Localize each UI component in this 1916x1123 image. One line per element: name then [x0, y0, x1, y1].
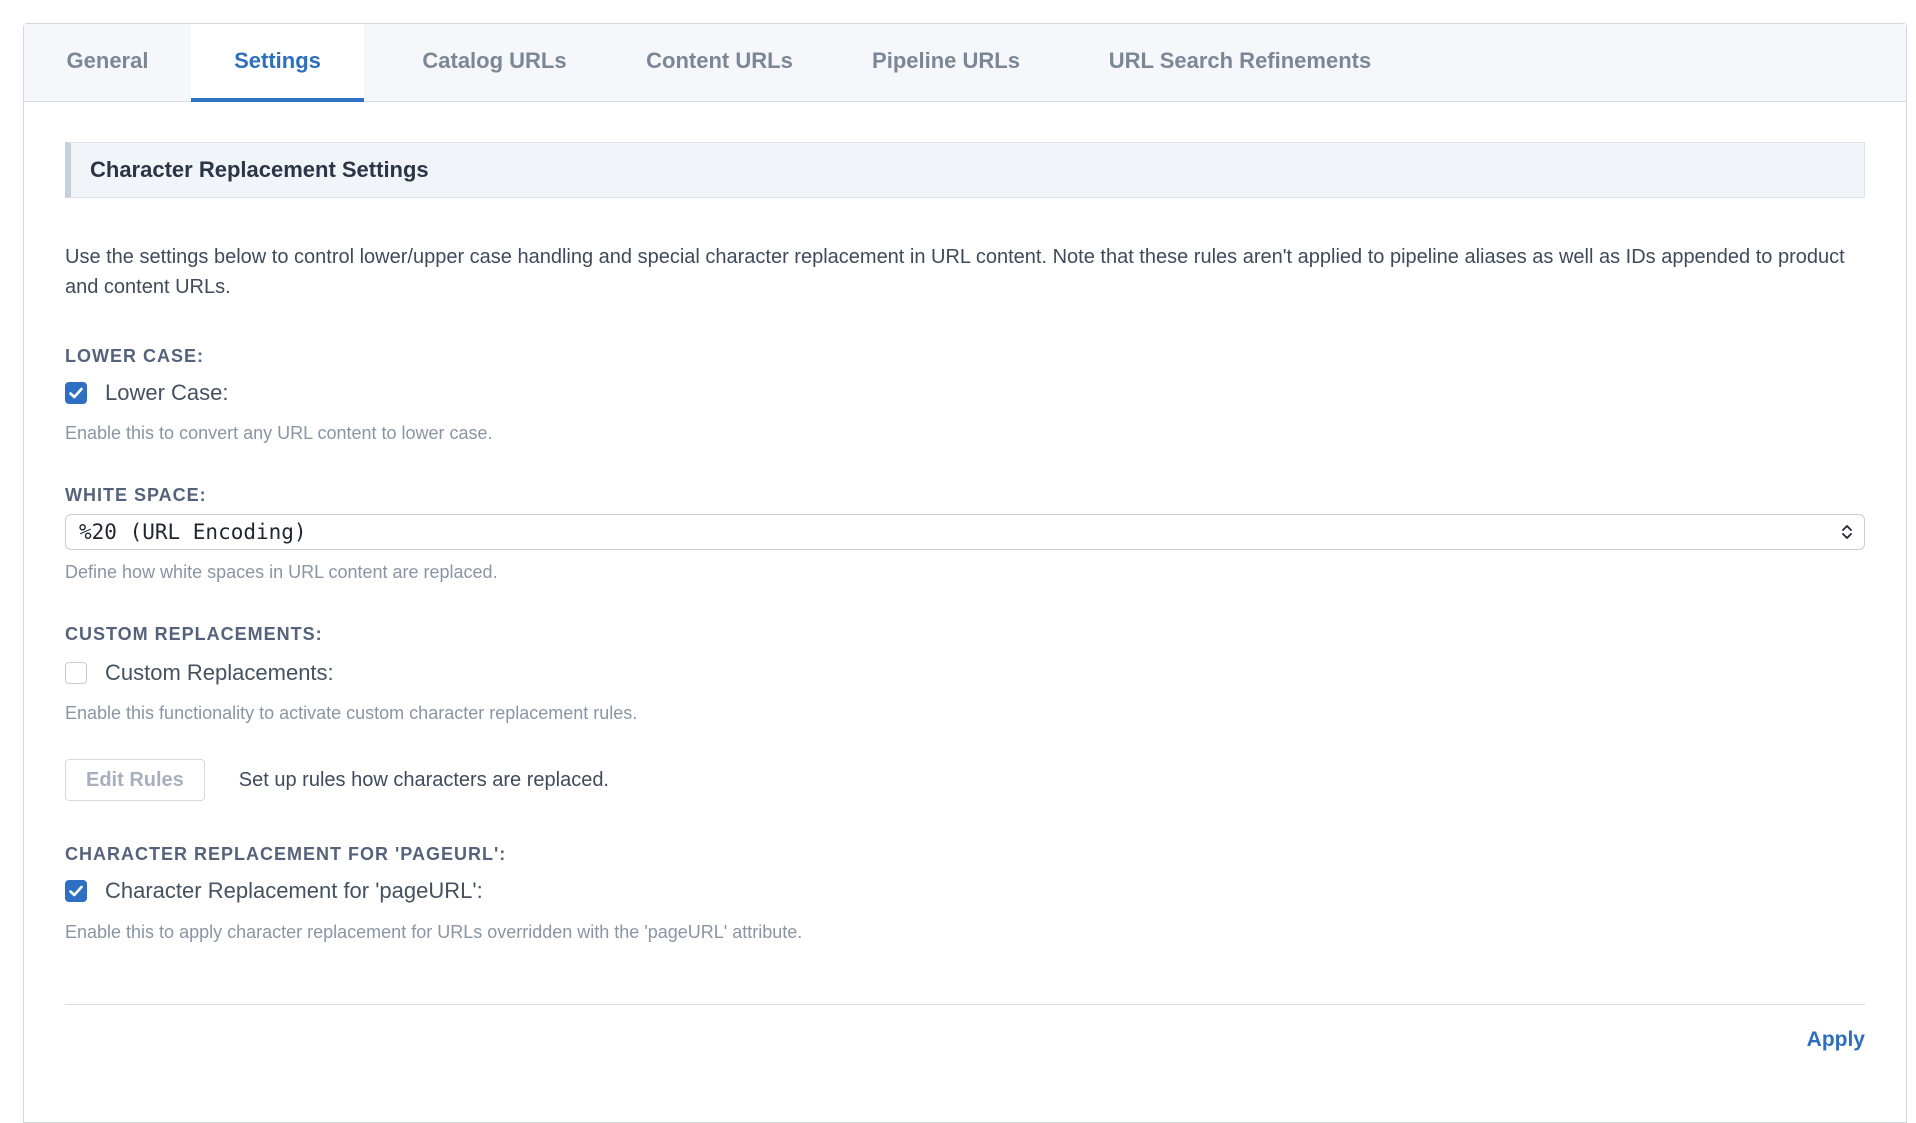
custom-replacements-checkbox-label[interactable]: Custom Replacements:: [105, 660, 334, 686]
white-space-group: White Space: %20 (URL Encoding) Define h…: [65, 485, 1865, 584]
tab-content-urls[interactable]: Content URLs: [607, 24, 832, 101]
white-space-selected-value: %20 (URL Encoding): [79, 520, 307, 544]
white-space-select[interactable]: %20 (URL Encoding): [65, 514, 1865, 550]
tab-catalog-urls[interactable]: Catalog URLs: [382, 24, 607, 101]
custom-replacements-label: Custom Replacements:: [65, 624, 323, 644]
page-url-checkbox[interactable]: [65, 880, 87, 902]
lower-case-help: Enable this to convert any URL content t…: [65, 423, 493, 443]
apply-button[interactable]: Apply: [1807, 1028, 1865, 1052]
white-space-help: Define how white spaces in URL content a…: [65, 562, 498, 582]
page-url-checkbox-label[interactable]: Character Replacement for 'pageURL':: [105, 878, 483, 904]
lower-case-group: Lower Case: Lower Case: Enable this to c…: [65, 346, 1865, 445]
page-url-label: Character Replacement for 'pageURL':: [65, 844, 507, 864]
footer: Apply: [65, 1005, 1865, 1065]
checkmark-icon: [69, 885, 83, 897]
custom-replacements-checkbox[interactable]: [65, 662, 87, 684]
page-url-group: Character Replacement for 'pageURL': Cha…: [65, 844, 1865, 944]
intro-text: Use the settings below to control lower/…: [65, 246, 1845, 298]
tab-general[interactable]: General: [24, 24, 191, 101]
custom-replacements-group: Custom Replacements: Custom Replacements…: [65, 624, 1865, 725]
checkmark-icon: [69, 387, 83, 399]
edit-rules-row: Edit Rules Set up rules how characters a…: [65, 759, 1865, 801]
section-title: Character Replacement Settings: [65, 142, 1865, 198]
tab-pipeline-urls[interactable]: Pipeline URLs: [832, 24, 1060, 101]
tab-bar: General Settings Catalog URLs Content UR…: [24, 24, 1906, 102]
settings-panel: General Settings Catalog URLs Content UR…: [23, 23, 1907, 1123]
settings-content: Character Replacement Settings Use the s…: [65, 142, 1865, 1065]
tab-settings[interactable]: Settings: [191, 24, 364, 102]
lower-case-checkbox[interactable]: [65, 382, 87, 404]
edit-rules-description: Set up rules how characters are replaced…: [238, 768, 609, 791]
select-updown-icon: [1842, 525, 1852, 539]
edit-rules-button[interactable]: Edit Rules: [65, 759, 205, 801]
page-url-row: Character Replacement for 'pageURL':: [65, 875, 1865, 907]
lower-case-label: Lower Case:: [65, 346, 204, 366]
lower-case-checkbox-label[interactable]: Lower Case:: [105, 380, 229, 406]
white-space-label: White Space:: [65, 485, 207, 505]
tab-url-search-refinements[interactable]: URL Search Refinements: [1060, 24, 1420, 101]
page-url-help: Enable this to apply character replaceme…: [65, 922, 803, 942]
lower-case-row: Lower Case:: [65, 377, 1865, 409]
custom-replacements-row: Custom Replacements:: [65, 657, 1865, 689]
custom-replacements-help: Enable this functionality to activate cu…: [65, 703, 638, 723]
